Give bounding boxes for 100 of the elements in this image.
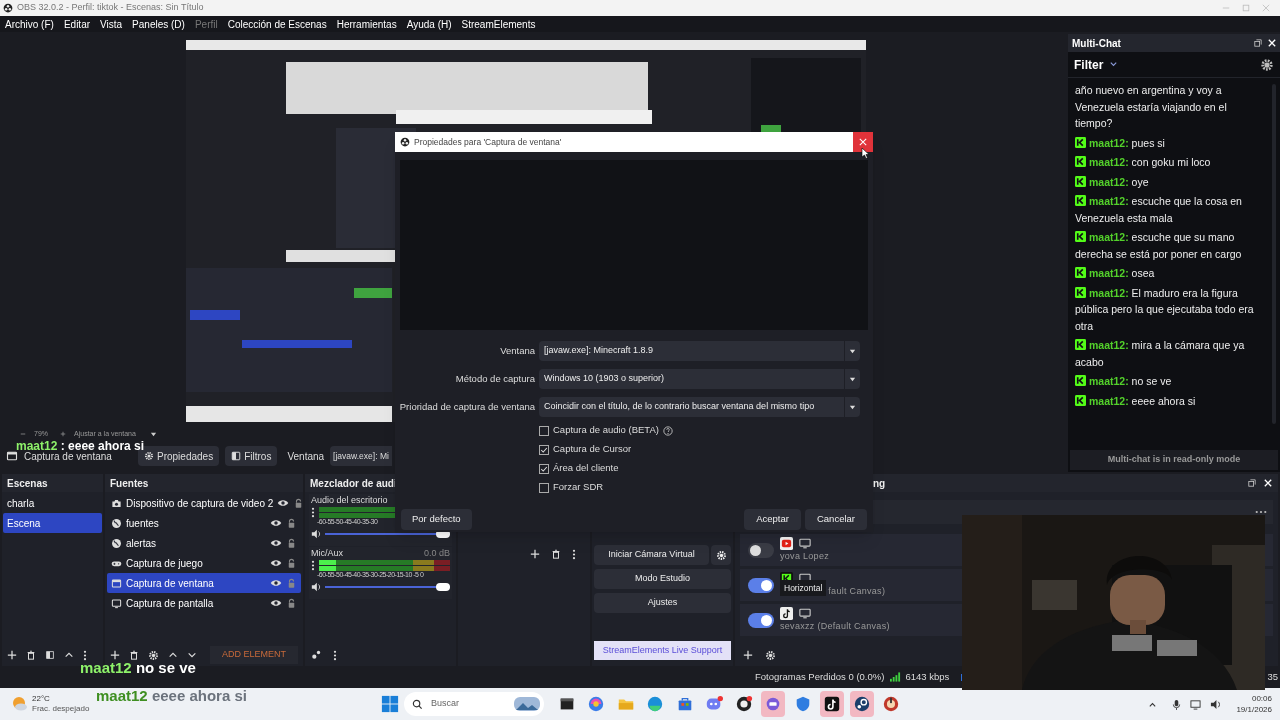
chat-message: año nuevo en argentina y voy a Venezuela estaría viajando en el tiempo? — [1075, 83, 1228, 131]
eye-icon[interactable] — [270, 597, 282, 609]
settings-icon[interactable] — [1260, 57, 1274, 72]
source-item[interactable]: fuentes — [107, 513, 301, 533]
wheel-icon[interactable] — [852, 695, 871, 713]
chevron-down-icon — [1109, 60, 1119, 69]
lock-icon[interactable] — [286, 557, 297, 569]
trash-icon[interactable] — [26, 650, 36, 660]
menu-item[interactable]: Ayuda (H) — [406, 16, 452, 32]
checkbox[interactable] — [539, 463, 549, 474]
menu-item[interactable]: Paneles (D) — [132, 16, 185, 32]
close-button[interactable] — [853, 132, 873, 152]
source-item[interactable]: Captura de ventana — [107, 573, 301, 593]
clock[interactable]: 00:06 19/1/2026 — [1236, 693, 1272, 715]
speaker-icon[interactable] — [311, 582, 321, 592]
lock-icon[interactable] — [286, 537, 297, 549]
eye-icon[interactable] — [270, 537, 282, 549]
source-item[interactable]: Captura de juego — [107, 553, 301, 573]
trash-icon[interactable] — [551, 549, 561, 559]
volume-icon[interactable] — [1210, 698, 1222, 710]
dialog-button[interactable]: Aceptar — [744, 509, 801, 530]
popout-icon[interactable] — [1248, 479, 1256, 487]
control-button[interactable]: Iniciar Cámara Virtual — [594, 545, 709, 565]
menu-item[interactable]: Colección de Escenas — [227, 16, 327, 32]
window-icon — [111, 577, 122, 589]
panel-title: Multi-Chat — [1072, 36, 1121, 51]
mixer-settings-icon[interactable] — [311, 650, 321, 660]
trash-icon[interactable] — [129, 650, 139, 660]
menu-item[interactable]: Herramientas — [336, 16, 397, 32]
source-item[interactable]: Dispositivo de captura de video 2 — [107, 493, 301, 513]
microphone-icon[interactable] — [1172, 698, 1182, 710]
signal-icon — [890, 672, 902, 682]
toggle-switch[interactable] — [748, 577, 774, 593]
kick-icon — [1075, 231, 1086, 242]
dropdown[interactable]: Coincidir con el título, de lo contrario buscar ventana del mismo tipo — [539, 397, 860, 417]
checkbox-label: Captura de audio (BETA) — [553, 423, 659, 438]
more-icon[interactable] — [1255, 510, 1267, 514]
scene-item[interactable]: charla — [3, 493, 102, 513]
default-button[interactable]: Por defecto — [401, 509, 472, 530]
menu-item[interactable]: Archivo (F) — [5, 16, 54, 32]
toolbar-button[interactable]: Filtros — [225, 446, 278, 466]
toggle-switch[interactable] — [748, 542, 774, 558]
toggle-switch[interactable] — [748, 612, 774, 628]
window-title: OBS 32.0.2 - Perfil: tiktok - Escenas: Sin Título — [17, 1, 204, 15]
temperature: 22°C — [32, 694, 51, 704]
dropdown[interactable]: [javaw.exe]: Minecraft 1.8.9 — [539, 341, 860, 361]
eye-icon[interactable] — [270, 577, 282, 589]
menu-item[interactable]: StreamElements — [461, 16, 536, 32]
chevron-up-icon[interactable] — [64, 650, 74, 660]
eye-icon[interactable] — [270, 517, 282, 529]
more-vertical-icon[interactable] — [311, 507, 315, 518]
dropdown[interactable]: Windows 10 (1903 o superior) — [539, 369, 860, 389]
gear-icon[interactable] — [765, 649, 776, 661]
help-icon[interactable] — [662, 425, 673, 436]
more-vertical-icon[interactable] — [333, 649, 337, 661]
filter-dropdown[interactable]: Filter — [1074, 55, 1119, 74]
chevron-down-icon[interactable] — [187, 650, 197, 660]
support-button[interactable]: StreamElements Live Support — [594, 641, 731, 660]
window-field[interactable]: [javaw.exe]: Mi — [330, 446, 393, 466]
more-vertical-icon[interactable] — [311, 560, 315, 571]
caret-icon[interactable] — [149, 430, 157, 438]
eye-icon[interactable] — [277, 497, 290, 509]
checkbox-label: Forzar SDR — [553, 480, 604, 495]
more-vertical-icon[interactable] — [83, 649, 87, 661]
swirl-icon[interactable] — [587, 695, 606, 713]
control-button[interactable]: Modo Estudio — [594, 569, 731, 589]
settings-button[interactable] — [711, 545, 731, 565]
gear-icon[interactable] — [148, 649, 159, 661]
chat-overlay-message: maat12 eeee ahora si — [96, 688, 247, 703]
control-button[interactable]: Ajustes — [594, 593, 731, 613]
lock-icon[interactable] — [286, 597, 297, 609]
search-icon — [412, 698, 423, 710]
windows-start-icon[interactable] — [381, 695, 399, 713]
eye-icon[interactable] — [270, 557, 282, 569]
checkbox[interactable] — [539, 444, 549, 455]
speaker-icon[interactable] — [311, 529, 321, 539]
menu-item[interactable]: Editar — [63, 16, 91, 32]
more-vertical-icon[interactable] — [572, 548, 576, 560]
source-item[interactable]: Captura de pantalla — [107, 593, 301, 613]
music-note-icon[interactable] — [823, 695, 842, 713]
chevron-up-icon[interactable] — [168, 650, 178, 660]
search-field[interactable]: Buscar — [404, 692, 544, 716]
lock-icon[interactable] — [286, 517, 297, 529]
power-circle-icon[interactable] — [882, 695, 901, 713]
add-element-button[interactable]: ADD ELEMENT — [210, 646, 298, 664]
source-item[interactable]: alertas — [107, 533, 301, 553]
kick-icon — [1075, 375, 1086, 386]
record-icon[interactable] — [734, 695, 753, 713]
checkbox[interactable] — [539, 425, 549, 436]
popout-icon[interactable] — [1254, 39, 1262, 47]
checkbox[interactable] — [539, 482, 549, 493]
browser-icon[interactable] — [646, 695, 665, 713]
menu-item[interactable]: Vista — [100, 16, 123, 32]
dialog-button[interactable]: Cancelar — [804, 509, 867, 530]
kick-icon — [1075, 286, 1086, 298]
channel-reading: 0.0 dB — [423, 546, 450, 560]
filter-icon[interactable] — [45, 650, 55, 660]
field-label: Método de captura — [454, 371, 535, 386]
chat-message: maat12: eeee ahora si — [1075, 392, 1266, 409]
scene-item[interactable]: Escena — [3, 513, 102, 533]
